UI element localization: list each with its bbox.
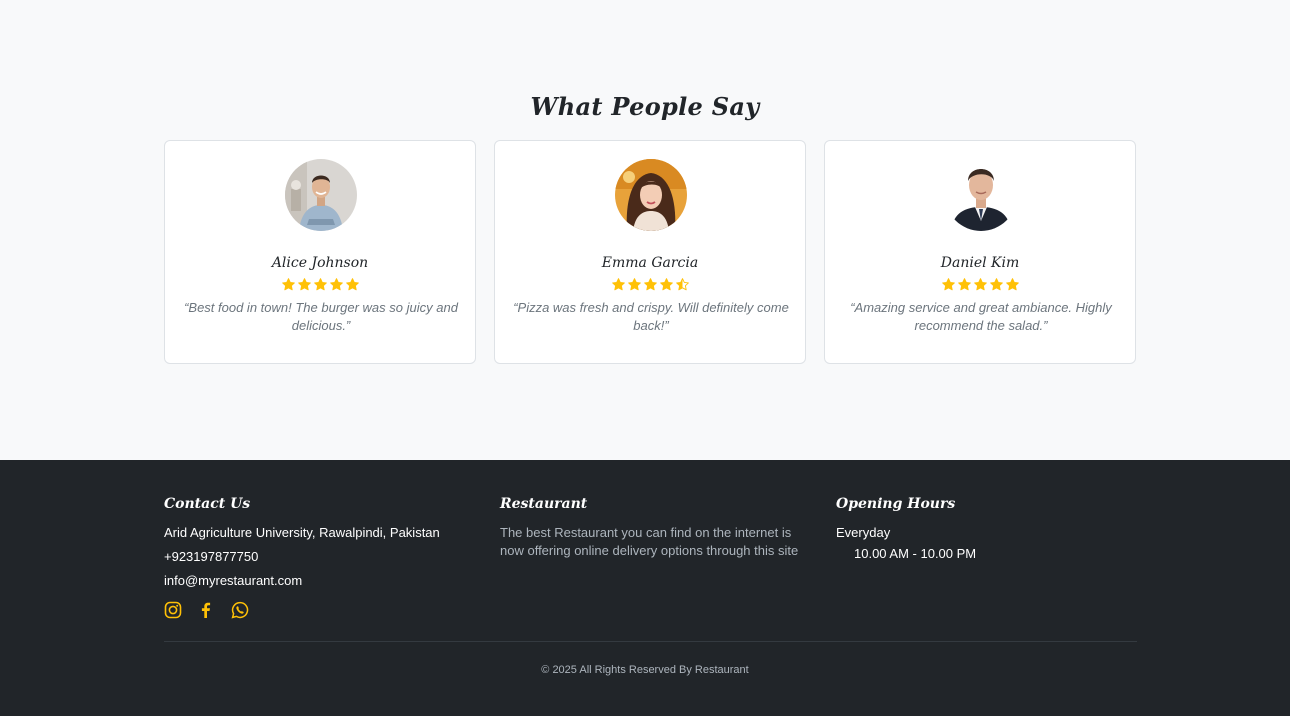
rating-stars [495, 278, 805, 292]
star-icon [297, 278, 311, 291]
avatar [615, 159, 687, 231]
instagram-icon[interactable] [164, 601, 182, 619]
about-column: Restaurant The best Restaurant you can f… [500, 496, 810, 560]
social-links [164, 601, 484, 621]
avatar [945, 159, 1017, 231]
testimonial-card: Emma Garcia “Pizza was fresh and crispy.… [494, 140, 806, 364]
star-icon [989, 278, 1003, 291]
star-icon [627, 278, 641, 291]
rating-stars [165, 278, 475, 292]
section-title: What People Say [530, 92, 760, 121]
hours-column: Opening Hours Everyday 10.00 AM - 10.00 … [836, 496, 1136, 561]
reviewer-name: Daniel Kim [940, 255, 1020, 271]
contact-email[interactable]: info@myrestaurant.com [164, 573, 484, 588]
contact-address: Arid Agriculture University, Rawalpindi,… [164, 525, 440, 540]
star-icon [281, 278, 295, 291]
review-quote: “Amazing service and great ambiance. Hig… [850, 300, 1112, 333]
whatsapp-icon[interactable] [231, 601, 249, 619]
star-icon [941, 278, 955, 291]
testimonial-card: Daniel Kim “Amazing service and great am… [824, 140, 1136, 364]
about-heading: Restaurant [500, 496, 588, 512]
reviewer-name: Emma Garcia [601, 255, 699, 271]
star-icon [973, 278, 987, 291]
facebook-icon[interactable] [197, 601, 215, 619]
testimonial-cards: Alice Johnson “Best food in town! The bu… [164, 140, 1137, 364]
copyright-text: © 2025 All Rights Reserved By Restaurant [541, 664, 749, 676]
star-icon [957, 278, 971, 291]
star-icon [659, 278, 673, 291]
star-icon [329, 278, 343, 291]
contact-column: Contact Us Arid Agriculture University, … [164, 496, 484, 621]
avatar [285, 159, 357, 231]
site-footer: Contact Us Arid Agriculture University, … [0, 460, 1290, 716]
hours-day: Everyday [836, 525, 891, 540]
reviewer-name: Alice Johnson [271, 255, 369, 271]
star-icon [611, 278, 625, 291]
contact-heading: Contact Us [164, 496, 251, 512]
hours-heading: Opening Hours [836, 496, 956, 512]
review-quote: “Pizza was fresh and crispy. Will defini… [513, 300, 789, 333]
star-icon [345, 278, 359, 291]
rating-stars [825, 278, 1135, 292]
about-text: The best Restaurant you can find on the … [500, 525, 799, 558]
testimonials-section: What People Say Alice Johnson “Best food… [0, 0, 1290, 460]
footer-divider [164, 641, 1137, 642]
star-icon [643, 278, 657, 291]
testimonial-card: Alice Johnson “Best food in town! The bu… [164, 140, 476, 364]
review-quote: “Best food in town! The burger was so ju… [184, 300, 458, 333]
hours-time: 10.00 AM - 10.00 PM [854, 546, 977, 561]
contact-phone[interactable]: +923197877750 [164, 549, 484, 564]
star-half-icon [675, 278, 689, 291]
star-icon [1005, 278, 1019, 291]
star-icon [313, 278, 327, 291]
